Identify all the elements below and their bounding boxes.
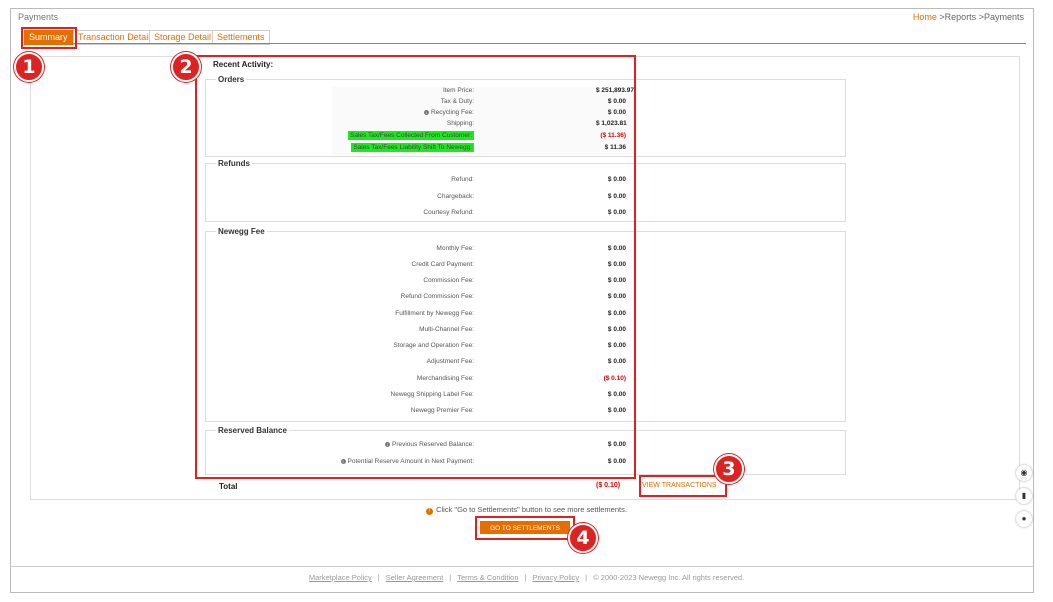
annotation-box-1 <box>21 27 77 49</box>
footer-divider <box>10 566 1034 567</box>
tab-underline <box>24 43 1026 44</box>
breadcrumb: Home >Reports >Payments <box>913 12 1024 22</box>
annotation-box-2 <box>195 55 636 479</box>
footer-separator: | <box>524 573 527 582</box>
annotation-badge-2: 2 <box>171 52 201 82</box>
footer-link-seller-agreement[interactable]: Seller Agreement <box>386 573 444 582</box>
eye-icon[interactable]: ◉ <box>1016 465 1032 481</box>
total-label: Total <box>219 482 238 491</box>
annotation-badge-3: 3 <box>714 454 744 484</box>
footer-separator: | <box>377 573 380 582</box>
footer-copyright: © 2000-2023 Newegg Inc. All rights reser… <box>593 573 745 582</box>
breadcrumb-home[interactable]: Home <box>913 12 937 22</box>
annotation-box-3 <box>639 475 727 497</box>
breadcrumb-current: Payments <box>983 12 1024 22</box>
footer-link-marketplace-policy[interactable]: Marketplace Policy <box>309 573 372 582</box>
page-title: Payments <box>18 12 59 22</box>
annotation-badge-1: 1 <box>14 52 44 82</box>
chat-icon[interactable]: ● <box>1016 511 1032 527</box>
annotation-badge-4: 4 <box>568 523 598 553</box>
footer-separator: | <box>449 573 452 582</box>
annotation-box-4 <box>475 516 575 540</box>
breadcrumb-reports[interactable]: Reports <box>945 12 977 22</box>
settlements-hint: ! Click "Go to Settlements" button to see… <box>0 505 1053 515</box>
hint-text: Click "Go to Settlements" button to see … <box>436 505 627 514</box>
top-bar: Payments Home >Reports >Payments <box>18 12 1028 26</box>
book-icon[interactable]: ▮ <box>1016 488 1032 504</box>
total-value: ($ 0.10) <box>596 482 621 489</box>
footer: Marketplace Policy | Seller Agreement | Term… <box>0 573 1053 582</box>
footer-link-privacy[interactable]: Privacy Policy <box>532 573 579 582</box>
info-icon: ! <box>426 508 434 515</box>
footer-separator: | <box>585 573 588 582</box>
footer-link-terms[interactable]: Terms & Condition <box>457 573 518 582</box>
